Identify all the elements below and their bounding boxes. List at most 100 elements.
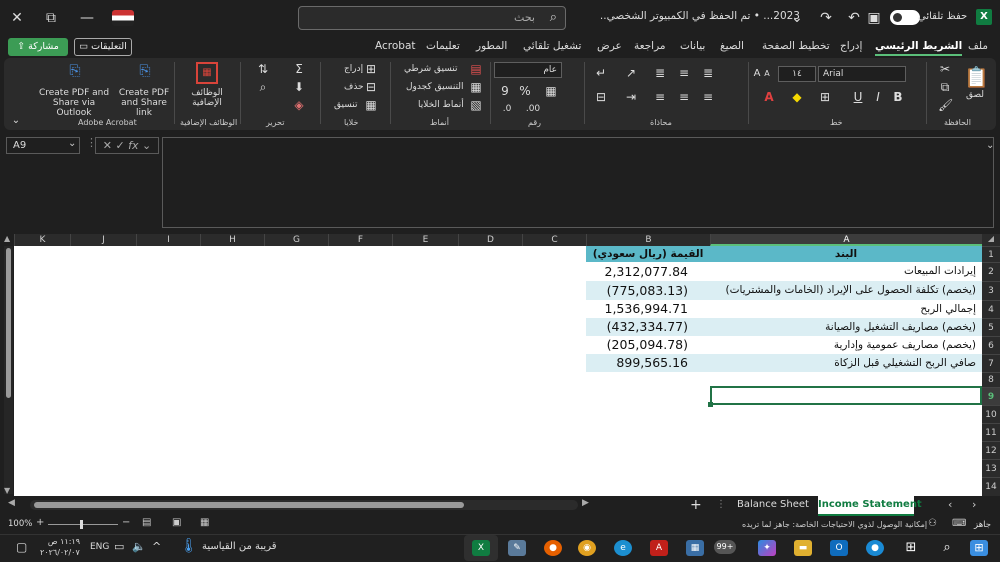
zoom-level[interactable]: 100%	[8, 519, 32, 529]
zoom-slider[interactable]	[48, 524, 118, 525]
align-top-icon[interactable]: ≣	[700, 66, 716, 80]
prev-sheet-icon[interactable]: ‹	[948, 496, 952, 514]
column-header-a[interactable]: A	[710, 234, 982, 246]
input-language[interactable]: ENG	[90, 542, 109, 552]
autosum-icon[interactable]: Σ	[292, 62, 306, 76]
create-pdf-share-button[interactable]: Create PDF and Share link	[114, 88, 174, 118]
autosave-toggle[interactable]	[890, 10, 920, 25]
cell-b7[interactable]: 899,565.16	[586, 354, 710, 372]
cell-b3[interactable]: (775,083.13)	[586, 281, 710, 300]
underline-icon[interactable]: U	[852, 90, 864, 104]
acrobat-taskbar-icon[interactable]: A	[650, 540, 668, 556]
column-header-g[interactable]: G	[264, 234, 328, 246]
network-icon[interactable]: ▭	[114, 540, 124, 553]
tab-home[interactable]: الشريط الرئيسي	[875, 40, 963, 56]
cell-b4[interactable]: 1,536,994.71	[586, 300, 710, 318]
notification-badge[interactable]: 99+	[714, 540, 736, 554]
cell-styles-icon[interactable]: ▧	[470, 98, 482, 112]
vertical-scrollbar[interactable]	[4, 246, 13, 494]
cell-b2[interactable]: 2,312,077.84	[586, 262, 710, 281]
clock-date[interactable]: ٢٠٢٦/٠٢/٠٧	[40, 548, 80, 557]
cell-a2[interactable]: إيرادات المبيعات	[710, 262, 982, 281]
borders-icon[interactable]: ⊞	[818, 90, 832, 104]
decrease-font-icon[interactable]: A	[762, 67, 772, 81]
font-size-select[interactable]: ١٤	[778, 66, 816, 82]
fill-handle[interactable]	[708, 402, 713, 407]
app-taskbar-icon[interactable]: ✎	[508, 540, 526, 556]
page-layout-view-icon[interactable]: ▣	[172, 517, 181, 528]
insert-label[interactable]: إدراج	[344, 64, 363, 74]
column-header-d[interactable]: D	[458, 234, 522, 246]
conditional-formatting-icon[interactable]: ▤	[470, 62, 482, 76]
cell-b1[interactable]: القيمة (ريال سعودي)	[586, 246, 710, 262]
chevron-up-icon[interactable]: ^	[152, 540, 161, 553]
create-pdf-share-icon[interactable]: ⎘	[136, 64, 154, 78]
tab-automate[interactable]: تشغيل تلقائي	[523, 40, 581, 52]
tab-data[interactable]: بيانات	[680, 40, 705, 52]
italic-icon[interactable]: I	[872, 90, 884, 104]
indent-icon[interactable]: ⇥	[624, 90, 638, 104]
row-header-8[interactable]: 8	[982, 372, 1000, 387]
decrease-decimal-icon[interactable]: .0	[498, 102, 516, 116]
delete-cells-icon[interactable]: ⊟	[364, 80, 378, 94]
scroll-up-icon[interactable]: ▲	[4, 234, 10, 243]
tab-options-icon[interactable]: ⋮	[716, 496, 726, 514]
align-bottom-icon[interactable]: ≣	[652, 66, 668, 80]
enter-icon[interactable]: ✓	[115, 139, 128, 152]
bold-icon[interactable]: B	[892, 90, 904, 104]
tab-insert[interactable]: إدراج	[840, 40, 862, 52]
conditional-formatting-label[interactable]: تنسيق شرطي	[404, 64, 458, 74]
number-format-select[interactable]: عام	[494, 62, 562, 78]
format-painter-icon[interactable]: 🖌	[938, 98, 953, 112]
comma-style-icon[interactable]: 9	[498, 84, 512, 98]
find-select-icon[interactable]: ⌕	[256, 80, 270, 94]
cell-a7[interactable]: صافي الربح التشغيلي قبل الزكاة	[710, 354, 982, 372]
row-header-5[interactable]: 5	[982, 318, 1000, 336]
select-all-corner[interactable]: ◢	[982, 234, 1000, 246]
column-header-e[interactable]: E	[392, 234, 458, 246]
horizontal-scrollbar[interactable]	[30, 500, 578, 510]
paste-label[interactable]: لصق	[966, 90, 984, 100]
cell-a5[interactable]: (يخصم) مصاريف التشغيل والصيانة	[710, 318, 982, 336]
weather-icon[interactable]: 🌡	[180, 538, 198, 554]
tab-acrobat[interactable]: Acrobat	[375, 40, 416, 52]
row-header-14[interactable]: 14	[982, 477, 1000, 496]
copy-icon[interactable]: ⧉	[938, 80, 952, 94]
accounting-format-icon[interactable]: ▦	[544, 84, 558, 98]
expand-formula-icon[interactable]: ⌄	[986, 140, 994, 151]
column-header-j[interactable]: J	[70, 234, 136, 246]
store-taskbar-icon[interactable]: ▦	[686, 540, 704, 556]
paste-icon[interactable]: 📋	[964, 64, 989, 90]
save-icon[interactable]: ▣	[866, 0, 882, 36]
cut-icon[interactable]: ✂	[938, 62, 952, 76]
search-box[interactable]: بحث ⌕	[298, 6, 566, 30]
account-avatar[interactable]	[112, 10, 134, 26]
cell-b6[interactable]: (205,094.78)	[586, 336, 710, 354]
increase-font-icon[interactable]: A	[752, 67, 762, 81]
weather-label[interactable]: قريبة من القياسية	[202, 541, 277, 552]
excel-taskbar-icon[interactable]: X	[472, 540, 490, 556]
formula-input[interactable]	[162, 137, 994, 228]
zoom-in-icon[interactable]: +	[36, 517, 44, 528]
orientation-icon[interactable]: ↗	[624, 66, 638, 80]
clock-time[interactable]: ١١:١٩ ص	[44, 537, 80, 546]
row-header-9[interactable]: 9	[982, 387, 1000, 405]
minimize-icon[interactable]: —	[74, 0, 100, 36]
cancel-icon[interactable]: ✕	[103, 139, 116, 152]
fx-dropdown-icon[interactable]: ⌄	[139, 139, 151, 152]
copilot-taskbar-icon[interactable]: ✦	[758, 540, 776, 556]
tab-review[interactable]: مراجعة	[634, 40, 666, 52]
cell-a4[interactable]: إجمالي الربح	[710, 300, 982, 318]
font-color-icon[interactable]: A	[762, 90, 776, 104]
format-cells-icon[interactable]: ▦	[364, 98, 378, 112]
tab-file[interactable]: ملف	[968, 40, 988, 52]
row-header-10[interactable]: 10	[982, 405, 1000, 423]
tab-formulas[interactable]: الصيغ	[720, 40, 744, 52]
tab-page-layout[interactable]: تخطيط الصفحة	[762, 40, 830, 52]
cell-a3[interactable]: (يخصم) تكلفة الحصول على الإيراد (الخامات…	[710, 281, 982, 300]
merge-center-icon[interactable]: ⊟	[594, 90, 608, 104]
scroll-right-icon[interactable]: ▶	[582, 498, 589, 508]
redo-icon[interactable]: ↷	[818, 0, 834, 36]
format-label[interactable]: تنسيق	[334, 100, 357, 110]
firefox-taskbar-icon[interactable]: ●	[544, 540, 562, 556]
